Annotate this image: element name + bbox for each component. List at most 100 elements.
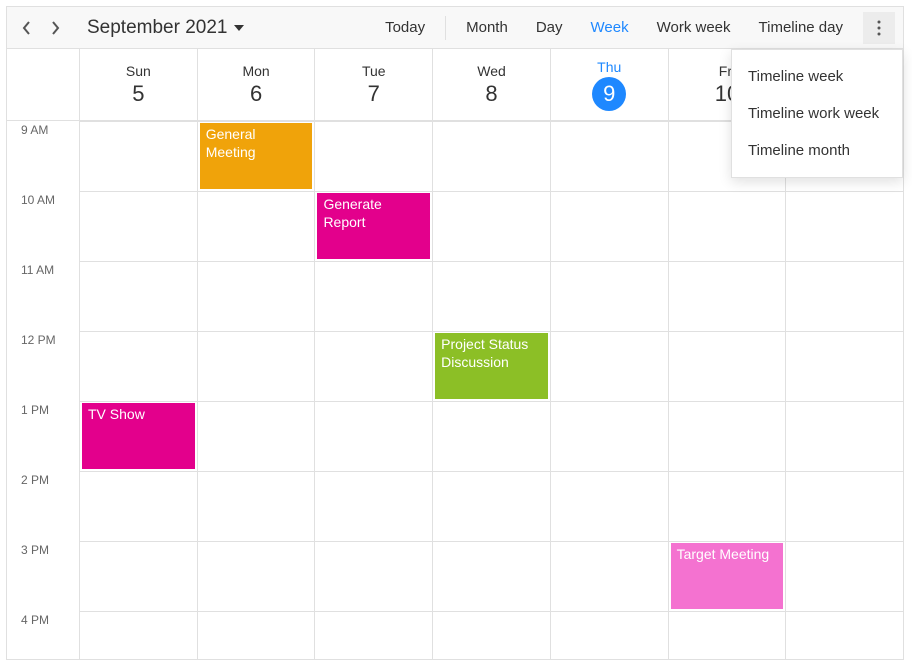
day-column[interactable] — [786, 121, 903, 659]
day-number: 9 — [592, 77, 626, 111]
day-column[interactable]: Target Meeting — [669, 121, 787, 659]
today-button[interactable]: Today — [373, 11, 437, 44]
view-button-month[interactable]: Month — [454, 11, 520, 44]
overflow-menu: Timeline weekTimeline work weekTimeline … — [731, 49, 903, 178]
caret-down-icon — [234, 25, 244, 31]
days-grid: TV Show General MeetingGenerate Report Pro… — [80, 121, 903, 659]
hour-line — [551, 401, 668, 402]
time-label: 1 PM — [7, 401, 79, 471]
hour-line — [433, 191, 550, 192]
hour-line — [315, 541, 432, 542]
time-label: 12 PM — [7, 331, 79, 401]
hour-line — [551, 191, 668, 192]
overflow-menu-item[interactable]: Timeline week — [732, 58, 902, 95]
hour-line — [198, 611, 315, 612]
overflow-menu-item[interactable]: Timeline work week — [732, 95, 902, 132]
day-column[interactable]: Generate Report — [315, 121, 433, 659]
hour-line — [198, 541, 315, 542]
time-label: 10 AM — [7, 191, 79, 261]
hour-line — [551, 471, 668, 472]
hour-line — [551, 611, 668, 612]
hour-line — [433, 401, 550, 402]
hour-line — [198, 331, 315, 332]
time-gutter-header — [7, 49, 80, 120]
hour-line — [786, 611, 903, 612]
hour-line — [669, 471, 786, 472]
hour-line — [80, 191, 197, 192]
calendar-event[interactable]: TV Show — [82, 403, 195, 469]
next-button[interactable] — [43, 16, 67, 40]
day-header-tue[interactable]: Tue 7 — [315, 49, 433, 120]
day-header-thu[interactable]: Thu9 — [551, 49, 669, 120]
hour-line — [433, 121, 550, 122]
hour-line — [669, 331, 786, 332]
hour-line — [669, 261, 786, 262]
time-label: 11 AM — [7, 261, 79, 331]
view-button-week[interactable]: Week — [579, 11, 641, 44]
calendar-event[interactable]: General Meeting — [200, 123, 313, 189]
day-column[interactable]: TV Show — [80, 121, 198, 659]
hour-line — [80, 471, 197, 472]
hour-line — [80, 401, 197, 402]
toolbar-divider — [445, 16, 446, 40]
day-header-mon[interactable]: Mon6 — [198, 49, 316, 120]
day-column[interactable]: General Meeting — [198, 121, 316, 659]
prev-button[interactable] — [15, 16, 39, 40]
day-label: Wed — [477, 63, 506, 79]
day-column[interactable] — [551, 121, 669, 659]
time-label: 3 PM — [7, 541, 79, 611]
more-views-button[interactable] — [863, 12, 895, 44]
view-button-day[interactable]: Day — [524, 11, 575, 44]
hour-line — [786, 471, 903, 472]
day-label: Tue — [362, 63, 386, 79]
hour-line — [433, 611, 550, 612]
time-label: 9 AM — [7, 121, 79, 191]
overflow-menu-item[interactable]: Timeline month — [732, 132, 902, 169]
day-header-sun[interactable]: Sun5 — [80, 49, 198, 120]
calendar-event[interactable]: Project Status Discussion — [435, 333, 548, 399]
hour-line — [198, 401, 315, 402]
hour-line — [433, 541, 550, 542]
more-vertical-icon — [877, 20, 881, 36]
hour-line — [198, 191, 315, 192]
hour-line — [551, 121, 668, 122]
hour-line — [669, 611, 786, 612]
chevron-left-icon — [22, 21, 32, 35]
day-header-wed[interactable]: Wed 8 — [433, 49, 551, 120]
hour-line — [198, 121, 315, 122]
hour-line — [786, 401, 903, 402]
hour-line — [315, 471, 432, 472]
hour-line — [551, 331, 668, 332]
chevron-right-icon — [50, 21, 60, 35]
day-number: 8 — [485, 81, 497, 107]
hour-line — [315, 611, 432, 612]
day-label: Mon — [242, 63, 269, 79]
hour-line — [786, 331, 903, 332]
hour-line — [198, 261, 315, 262]
calendar-event[interactable]: Generate Report — [317, 193, 430, 259]
hour-line — [786, 261, 903, 262]
hour-line — [80, 331, 197, 332]
hour-line — [786, 191, 903, 192]
hour-line — [198, 471, 315, 472]
hour-line — [433, 261, 550, 262]
view-button-work-week[interactable]: Work week — [645, 11, 743, 44]
hour-line — [315, 331, 432, 332]
time-label: 2 PM — [7, 471, 79, 541]
day-column[interactable]: Project Status Discussion — [433, 121, 551, 659]
month-picker-button[interactable]: September 2021 — [79, 13, 252, 43]
month-title: September 2021 — [87, 17, 228, 39]
hour-line — [315, 261, 432, 262]
calendar-grid: 9 AM10 AM11 AM12 PM1 PM2 PM3 PM4 PM TV S… — [7, 121, 903, 659]
hour-line — [80, 541, 197, 542]
view-button-timeline-day[interactable]: Timeline day — [747, 11, 855, 44]
calendar-toolbar: September 2021 Today MonthDayWeekWork we… — [7, 7, 903, 49]
hour-line — [80, 121, 197, 122]
day-label: Sun — [126, 63, 151, 79]
day-number: 7 — [368, 81, 380, 107]
calendar-event[interactable]: Target Meeting — [671, 543, 784, 609]
hour-line — [315, 401, 432, 402]
hour-line — [433, 471, 550, 472]
hour-line — [315, 121, 432, 122]
hour-line — [669, 541, 786, 542]
